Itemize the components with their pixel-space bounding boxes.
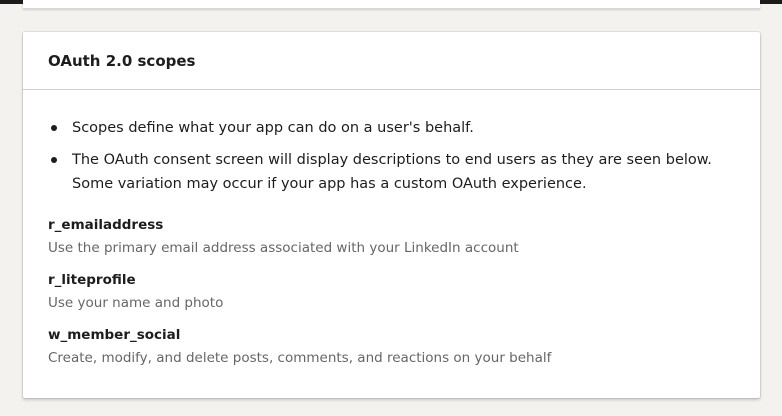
scope-item-r-emailaddress: r_emailaddress Use the primary email add… (48, 216, 735, 259)
oauth-scopes-card: OAuth 2.0 scopes Scopes define what your… (23, 32, 760, 398)
scope-name: r_liteprofile (48, 272, 136, 288)
scope-description: Create, modify, and delete posts, commen… (48, 350, 552, 366)
card-header: OAuth 2.0 scopes (23, 32, 760, 90)
card-body: Scopes define what your app can do on a … (23, 116, 760, 369)
scope-item-r-liteprofile: r_liteprofile Use your name and photo (48, 271, 735, 314)
info-bullet-list: Scopes define what your app can do on a … (48, 116, 735, 196)
scope-item-w-member-social: w_member_social Create, modify, and dele… (48, 326, 735, 369)
scope-description: Use the primary email address associated… (48, 240, 519, 256)
info-bullet: Scopes define what your app can do on a … (48, 116, 735, 140)
scope-name: w_member_social (48, 327, 181, 343)
previous-card-edge (23, 0, 760, 9)
scope-description: Use your name and photo (48, 295, 224, 311)
scope-list: r_emailaddress Use the primary email add… (48, 216, 735, 369)
card-title: OAuth 2.0 scopes (48, 51, 196, 70)
info-bullet: The OAuth consent screen will display de… (48, 148, 735, 196)
scope-name: r_emailaddress (48, 217, 164, 233)
